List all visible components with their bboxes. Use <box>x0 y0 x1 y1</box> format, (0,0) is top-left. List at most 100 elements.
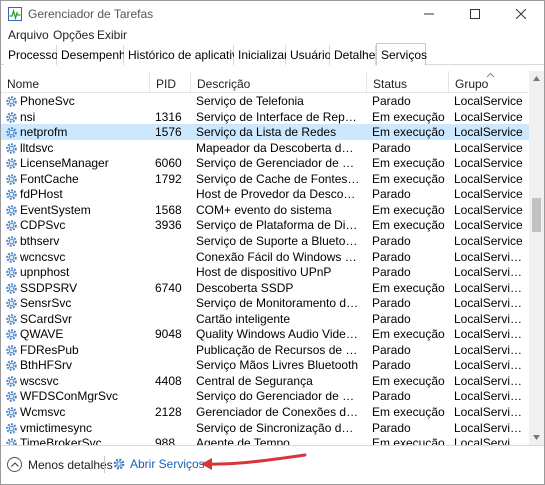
column-header-status[interactable]: Status <box>367 71 449 93</box>
menu-options[interactable]: Opções <box>53 28 94 42</box>
tab-processes[interactable]: Processos <box>4 45 64 65</box>
service-gear-icon <box>5 344 18 357</box>
scrollbar-thumb[interactable] <box>532 198 541 232</box>
service-status: Parado <box>372 249 411 264</box>
service-name: QWAVE <box>20 327 64 342</box>
task-manager-window: Gerenciador de Tarefas Arquivo Opções Ex… <box>0 0 545 485</box>
service-group: LocalServiceN... <box>454 389 524 404</box>
service-status: Em execução <box>372 436 445 445</box>
tab-services[interactable]: Serviços <box>376 43 427 66</box>
service-status: Parado <box>372 342 411 357</box>
service-gear-icon <box>5 219 18 232</box>
service-row[interactable]: vmictimesync Serviço de Sincronização de … <box>1 420 529 436</box>
scroll-up-button[interactable] <box>529 71 544 86</box>
service-pid: 6740 <box>155 280 182 295</box>
service-name: bthserv <box>20 233 60 248</box>
services-list: PhoneSvc Serviço de Telefonia Parado LocalS… <box>1 93 529 445</box>
service-pid: 988 <box>155 436 176 445</box>
service-name: Wcmsvc <box>20 405 66 419</box>
menu-view[interactable]: Exibir <box>97 28 127 42</box>
service-gear-icon <box>5 359 18 372</box>
column-header-row: Nome PID Descrição Status Grupo <box>1 71 529 93</box>
service-name: SensrSvc <box>20 296 72 311</box>
tab-app-history[interactable]: Histórico de aplicativos <box>124 45 251 65</box>
service-group: LocalService <box>454 233 523 248</box>
service-description: Gerenciador de Conexões do Windo... <box>196 405 360 419</box>
column-header-name[interactable]: Nome <box>1 71 150 93</box>
service-gear-icon <box>5 422 18 435</box>
service-name: nsi <box>20 109 36 124</box>
service-description: Serviço da Lista de Redes <box>196 125 337 140</box>
service-row[interactable]: EventSystem 1568 COM+ evento do sistema Em … <box>1 202 529 218</box>
service-description: Serviço de Gerenciador de Licença d... <box>196 156 360 171</box>
tab-users[interactable]: Usuários <box>286 45 337 65</box>
maximize-button[interactable] <box>452 1 498 27</box>
service-description: Cartão inteligente <box>196 311 291 326</box>
service-row[interactable]: QWAVE 9048 Quality Windows Audio Video Exp… <box>1 326 529 342</box>
service-row[interactable]: LicenseManager 6060 Serviço de Gerenciador… <box>1 155 529 171</box>
service-description: Host de Provedor da Descoberta de ... <box>196 187 360 202</box>
service-row[interactable]: BthHFSrv Serviço Mãos Livres Bluetooth Par… <box>1 357 529 373</box>
minimize-button[interactable] <box>406 1 452 27</box>
service-status: Parado <box>372 296 411 311</box>
tab-performance[interactable]: Desempenho <box>57 45 132 65</box>
tab-details[interactable]: Detalhes <box>330 45 381 65</box>
service-row[interactable]: netprofm 1576 Serviço da Lista de Redes Em … <box>1 124 529 140</box>
service-name: FDResPub <box>20 342 79 357</box>
service-row[interactable]: SSDPSRV 6740 Descoberta SSDP Em execução Loc… <box>1 280 529 296</box>
service-group: LocalServiceA... <box>454 265 524 280</box>
service-gear-icon <box>5 142 18 155</box>
service-gear-icon <box>5 437 18 445</box>
service-row[interactable]: FontCache 1792 Serviço de Cache de Fontes … <box>1 171 529 187</box>
service-gear-icon <box>5 328 18 341</box>
maximize-icon <box>470 9 480 19</box>
service-description: Serviço de Interface de Repositório d... <box>196 109 360 124</box>
service-description: Serviço de Sincronização de Data/H... <box>196 420 360 435</box>
service-description: Serviço do Gerenciador de Conexões... <box>196 389 360 404</box>
service-pid: 1576 <box>155 125 182 140</box>
title-bar[interactable]: Gerenciador de Tarefas <box>1 1 544 27</box>
service-row[interactable]: wscsvc 4408 Central de Segurança Em execuçã… <box>1 373 529 389</box>
service-row[interactable]: WFDSConMgrSvc Serviço do Gerenciador de C… <box>1 388 529 404</box>
service-group: LocalService <box>454 187 523 202</box>
column-header-description[interactable]: Descrição <box>191 71 367 93</box>
service-row[interactable]: nsi 1316 Serviço de Interface de Repositór… <box>1 109 529 125</box>
service-row[interactable]: upnphost Host de dispositivo UPnP Parado Lo… <box>1 264 529 280</box>
service-description: Publicação de Recursos de Descober... <box>196 342 360 357</box>
service-status: Parado <box>372 94 411 108</box>
service-group: LocalServiceA... <box>454 249 524 264</box>
service-status: Parado <box>372 187 411 202</box>
service-row[interactable]: Wcmsvc 2128 Gerenciador de Conexões do Win… <box>1 404 529 420</box>
service-row[interactable]: bthserv Serviço de Suporte a Bluetooth Par… <box>1 233 529 249</box>
service-gear-icon <box>5 266 18 279</box>
scroll-down-button[interactable] <box>529 430 544 445</box>
service-name: vmictimesync <box>20 420 93 435</box>
service-status: Parado <box>372 265 411 280</box>
service-row[interactable]: FDResPub Publicação de Recursos de Descob… <box>1 342 529 358</box>
service-row[interactable]: fdPHost Host de Provedor da Descoberta de… <box>1 186 529 202</box>
open-services-link[interactable]: Abrir Serviços <box>112 457 205 471</box>
service-row[interactable]: TimeBrokerSvc 988 Agente de Tempo Em execuç… <box>1 435 529 445</box>
service-name: lltdsvc <box>20 140 54 155</box>
service-gear-icon <box>5 251 18 264</box>
service-row[interactable]: lltdsvc Mapeador da Descoberta de Topolo.… <box>1 140 529 156</box>
service-description: Central de Segurança <box>196 373 313 388</box>
service-row[interactable]: PhoneSvc Serviço de Telefonia Parado LocalS… <box>1 93 529 109</box>
service-row[interactable]: CDPSvc 3936 Serviço de Plataforma de Dispo… <box>1 217 529 233</box>
fewer-details-button[interactable]: Menos detalhes <box>7 457 113 472</box>
service-group: LocalServiceA... <box>454 296 524 311</box>
service-name: wcncsvc <box>20 249 66 264</box>
vertical-scrollbar[interactable] <box>529 71 544 445</box>
close-button[interactable] <box>498 1 544 27</box>
tab-startup[interactable]: Inicializar <box>234 45 288 65</box>
service-pid: 1792 <box>155 171 182 186</box>
service-gear-icon <box>5 188 18 201</box>
service-group: LocalService <box>454 171 523 186</box>
service-row[interactable]: SCardSvr Cartão inteligente Parado LocalSer… <box>1 311 529 327</box>
service-row[interactable]: wcncsvc Conexão Fácil do Windows - Regist… <box>1 249 529 265</box>
column-header-pid[interactable]: PID <box>150 71 191 93</box>
menu-file[interactable]: Arquivo <box>8 28 49 42</box>
service-name: SSDPSRV <box>20 280 78 295</box>
service-row[interactable]: SensrSvc Serviço de Monitoramento de Sens… <box>1 295 529 311</box>
service-group: LocalServiceA... <box>454 311 524 326</box>
